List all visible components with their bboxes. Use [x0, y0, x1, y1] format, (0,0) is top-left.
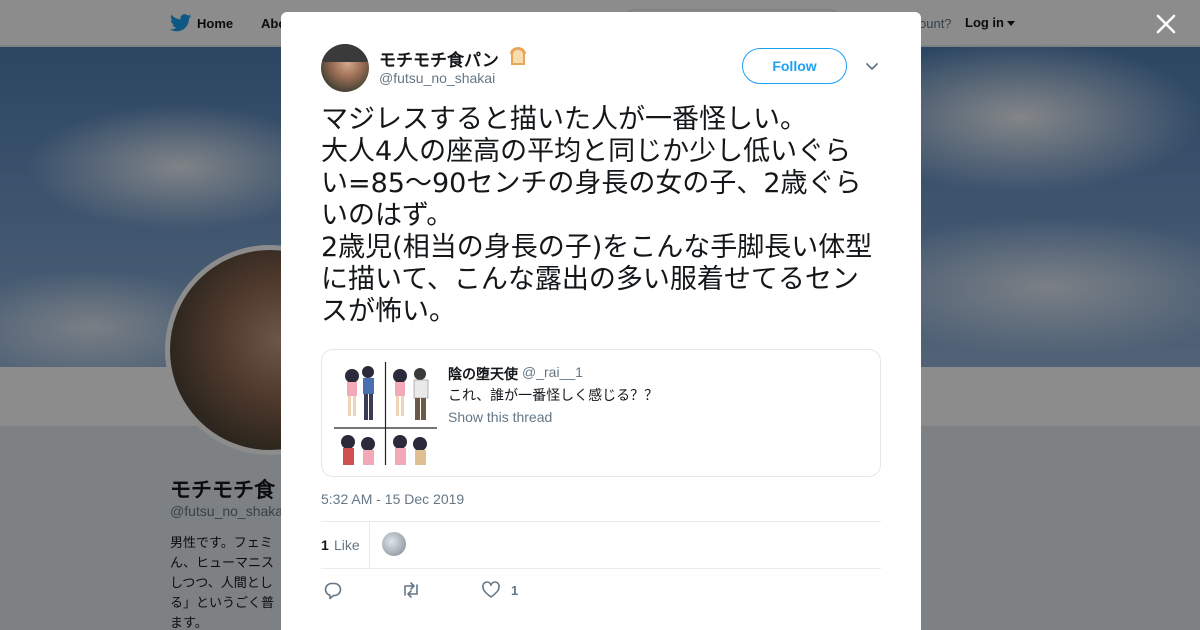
follow-button[interactable]: Follow: [742, 48, 847, 84]
author-handle[interactable]: @futsu_no_shakai: [379, 70, 495, 86]
quoted-media-thumbnail[interactable]: [334, 362, 437, 465]
quoted-author-name[interactable]: 陰の堕天使: [448, 364, 518, 384]
likes-label[interactable]: Like: [334, 537, 360, 553]
author-name[interactable]: モチモチ食パン: [379, 46, 499, 71]
close-icon[interactable]: [1154, 12, 1178, 36]
stats-separator: [369, 522, 370, 568]
like-button[interactable]: [481, 580, 501, 600]
retweet-button[interactable]: [401, 580, 421, 600]
reply-button[interactable]: [323, 580, 343, 600]
tweet-timestamp[interactable]: 5:32 AM - 15 Dec 2019: [321, 491, 464, 507]
liker-avatar[interactable]: [382, 532, 406, 556]
tweet-actions: 1: [321, 580, 881, 608]
tweet-text: マジレスすると描いた人が一番怪しい。 大人4人の座高の平均と同じか少し低いぐら …: [321, 104, 873, 327]
tweet-stats: 1 Like: [321, 522, 881, 568]
heart-icon: [482, 581, 500, 598]
bread-icon: [510, 47, 526, 65]
divider: [321, 568, 881, 569]
show-thread-link[interactable]: Show this thread: [448, 409, 552, 425]
retweet-icon: [404, 582, 418, 598]
quoted-author-handle[interactable]: @_rai__1: [522, 364, 583, 380]
chevron-down-icon[interactable]: [864, 61, 880, 73]
quoted-tweet-text: これ、誰が一番怪しく感じる？？: [448, 387, 659, 403]
reply-icon: [324, 582, 342, 600]
quoted-tweet-card[interactable]: 陰の堕天使 @_rai__1 これ、誰が一番怪しく感じる？？ Show this…: [321, 349, 881, 477]
likes-count[interactable]: 1: [321, 537, 329, 553]
tweet-modal: モチモチ食パン @futsu_no_shakai Follow マジレスすると描…: [281, 12, 921, 630]
author-avatar[interactable]: [321, 44, 369, 92]
like-action-count[interactable]: 1: [511, 583, 518, 598]
avatar-hair: [321, 44, 369, 62]
